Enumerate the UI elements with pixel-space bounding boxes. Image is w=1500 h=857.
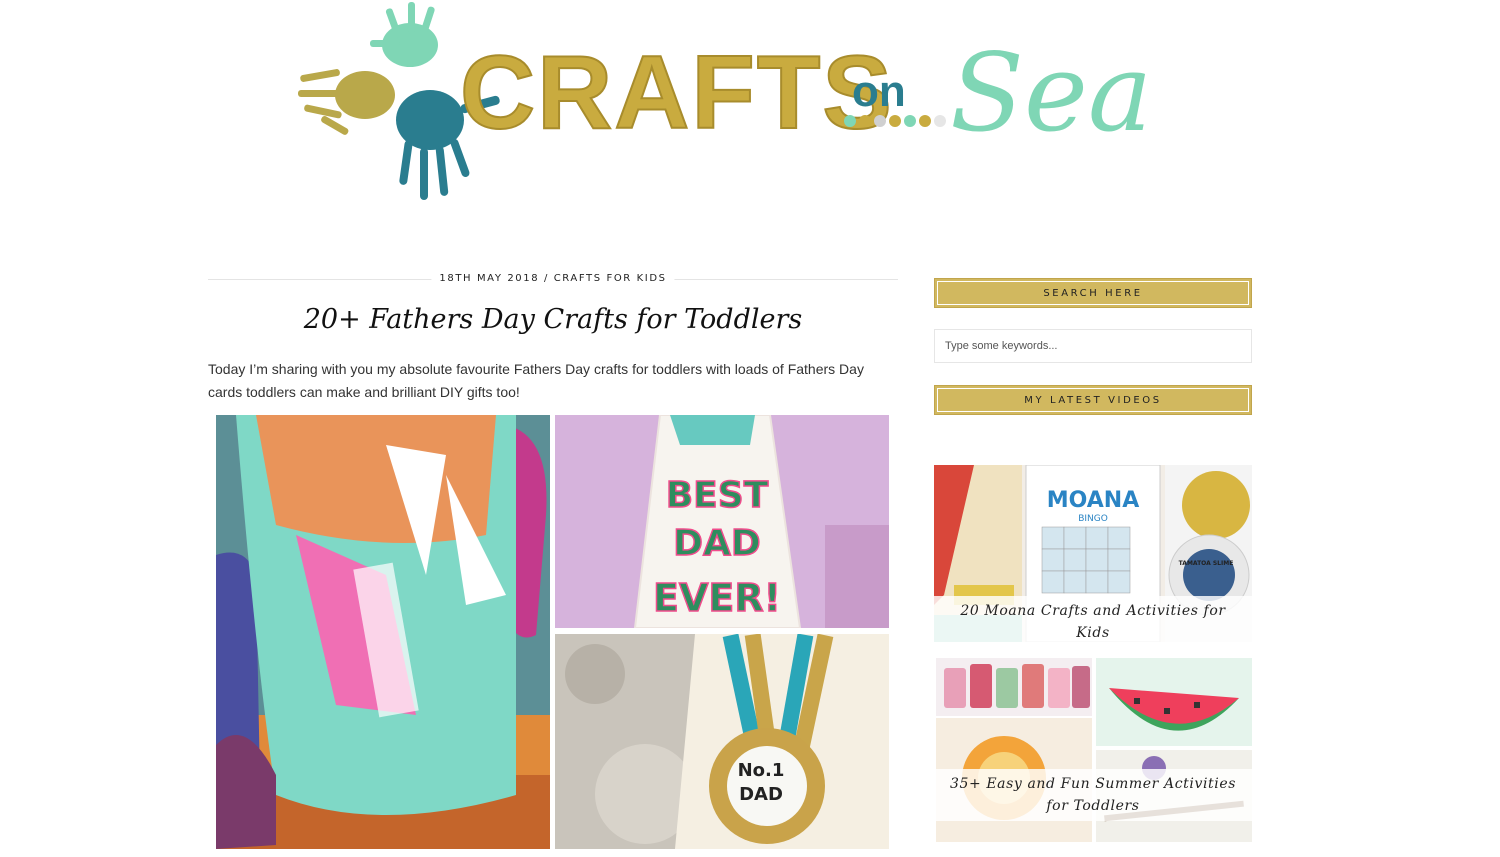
post-title[interactable]: 20+ Fathers Day Crafts for Toddlers (208, 302, 898, 338)
jar-label: TAMATOA SLIME (1179, 560, 1234, 567)
poster-title: MOANA (1047, 488, 1139, 513)
tie-card-photo[interactable]: BEST DAD EVER! (555, 415, 889, 628)
sensory-jars (944, 664, 1090, 708)
medal-text-dad: DAD (739, 784, 783, 805)
sidebar: SEARCH HERE MY LATEST VIDEOS MOANA BINGO (934, 278, 1252, 842)
video-caption[interactable]: 35+ Easy and Fun Summer Activities for T… (934, 769, 1252, 821)
post-meta-row: 18TH MAY 2018 / CRAFTS FOR KIDS (208, 270, 898, 292)
site-logo[interactable]: CRAFTS on Sea (290, 0, 1170, 215)
video-card-moana[interactable]: MOANA BINGO TAMATOA SLIME 20 Moana Craft… (934, 465, 1252, 642)
post-article: 18TH MAY 2018 / CRAFTS FOR KIDS 20+ Fath… (208, 270, 898, 849)
mug-photo[interactable] (216, 415, 550, 849)
search-input[interactable] (934, 329, 1252, 363)
medal-card-photo[interactable]: No.1 DAD (555, 634, 889, 849)
videos-widget-title: MY LATEST VIDEOS (934, 385, 1252, 415)
tie-text-ever: EVER! (653, 576, 781, 620)
post-intro: Today I’m sharing with you my absolute f… (208, 361, 864, 400)
tie-text-best: BEST (666, 475, 769, 516)
bingo-grid (1041, 526, 1131, 594)
video-caption[interactable]: 20 Moana Crafts and Activities for Kids (934, 596, 1252, 642)
logo-on-text: on (852, 67, 906, 116)
logo-sea-text: Sea (950, 31, 1152, 156)
tie-text-dad: DAD (673, 523, 761, 564)
post-meta[interactable]: 18TH MAY 2018 / CRAFTS FOR KIDS (431, 273, 675, 284)
video-card-summer[interactable]: 35+ Easy and Fun Summer Activities for T… (934, 658, 1252, 842)
medal-text-no1: No.1 (738, 760, 785, 781)
search-widget-title: SEARCH HERE (934, 278, 1252, 308)
logo-crafts-text: CRAFTS (460, 35, 894, 151)
poster-subtitle: BINGO (1078, 514, 1108, 524)
image-collage[interactable]: BEST DAD EVER! No.1 DAD (216, 415, 889, 855)
logo-graphic: CRAFTS on Sea (298, 2, 1152, 200)
